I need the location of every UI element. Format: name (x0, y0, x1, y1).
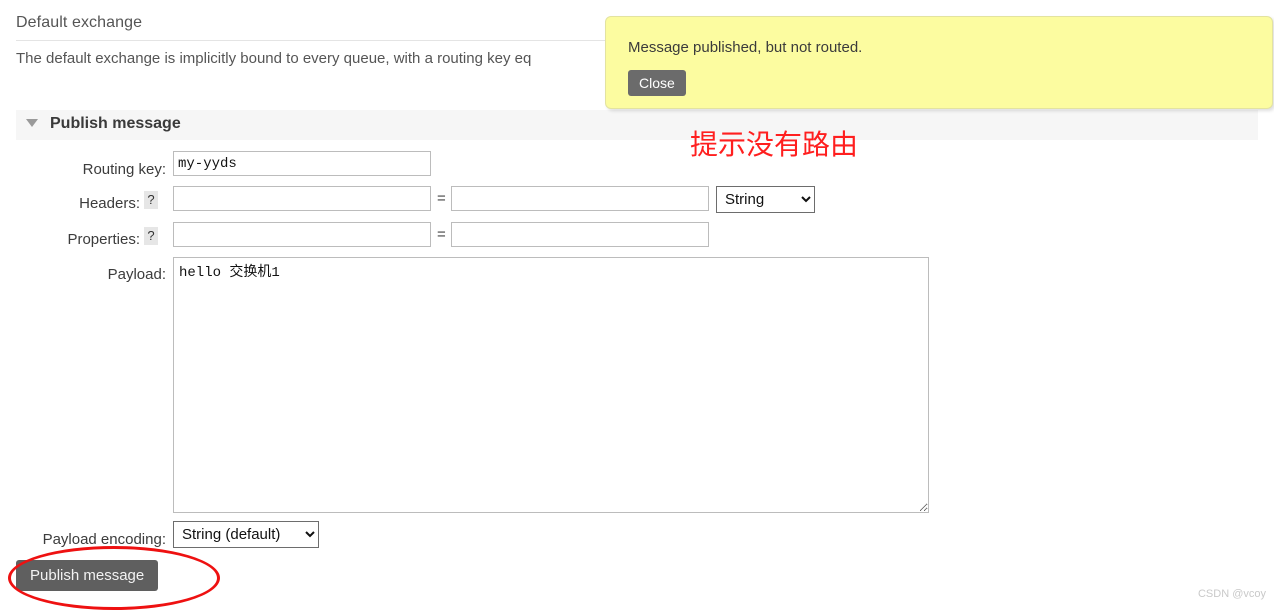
property-name-input[interactable] (173, 222, 431, 247)
notification-message: Message published, but not routed. (628, 39, 863, 56)
properties-label: Properties: (67, 231, 140, 248)
publish-message-button[interactable]: Publish message (16, 560, 159, 591)
headers-label: Headers: (79, 195, 140, 212)
payload-encoding-select[interactable]: String (default) (173, 521, 319, 548)
header-type-select[interactable]: String (716, 186, 815, 213)
watermark: CSDN @vcoy (1197, 588, 1266, 600)
triangle-down-icon[interactable] (26, 119, 38, 127)
header-name-input[interactable] (173, 186, 431, 211)
payload-textarea[interactable] (173, 257, 929, 513)
payload-encoding-label: Payload encoding: (42, 531, 166, 548)
properties-equals-sign: = (437, 226, 446, 243)
payload-label: Payload: (107, 266, 166, 283)
page-title: Default exchange (16, 14, 143, 31)
headers-equals-sign: = (437, 190, 446, 207)
close-button[interactable]: Close (628, 70, 686, 96)
notification-popup: Message published, but not routed. Close (605, 16, 1273, 109)
header-value-input[interactable] (451, 186, 709, 211)
publish-message-section-header (16, 110, 1258, 140)
property-value-input[interactable] (451, 222, 709, 247)
section-title: Publish message (50, 115, 181, 132)
properties-help-icon[interactable]: ? (144, 227, 158, 245)
routing-key-label: Routing key: (82, 161, 166, 178)
headers-help-icon[interactable]: ? (144, 191, 158, 209)
routing-key-input[interactable] (173, 151, 431, 176)
annotation-note: 提示没有路由 (690, 128, 859, 161)
